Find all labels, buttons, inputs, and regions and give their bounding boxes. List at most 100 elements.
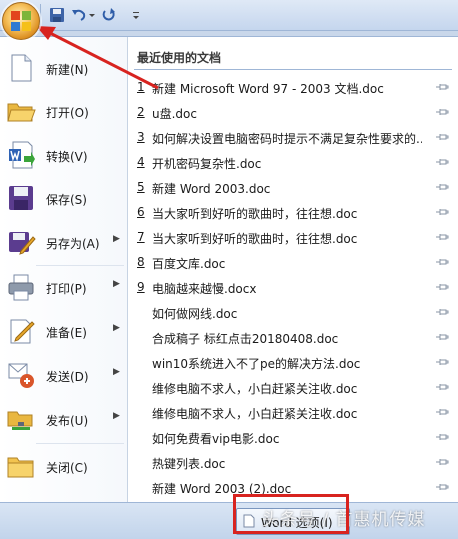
pin-icon[interactable] (435, 181, 449, 193)
watermark-text: 头条号 / 首惠机传媒 (262, 510, 426, 530)
recent-document-name: 如何解决设置电脑密码时提示不满足复杂性要求的... (152, 132, 422, 146)
recent-document-item[interactable]: 新建 Word 2003 (2).doc (128, 475, 458, 500)
pin-icon[interactable] (435, 231, 449, 243)
recent-document-number: 9 (137, 280, 145, 294)
menu-item-open[interactable]: 打开(O) (0, 90, 127, 132)
redo-icon[interactable] (100, 6, 118, 24)
menu-item-label: 打开(O) (46, 106, 89, 120)
recent-document-item[interactable]: 4 开机密码复杂性.doc (128, 150, 458, 175)
recent-document-item[interactable]: 1 新建 Microsoft Word 97 - 2003 文档.doc (128, 75, 458, 100)
pin-icon[interactable] (435, 356, 449, 368)
customize-toolbar-icon[interactable] (132, 6, 140, 24)
menu-item-label: 打印(P) (46, 282, 87, 296)
menu-item-label: 新建(N) (46, 63, 89, 77)
recent-documents-panel: 最近使用的文档 1 新建 Microsoft Word 97 - 2003 文档.… (128, 37, 458, 503)
office-button[interactable] (2, 2, 40, 40)
recent-document-name: 开机密码复杂性.doc (152, 157, 262, 171)
pin-icon[interactable] (435, 331, 449, 343)
send-icon (8, 363, 34, 388)
submenu-arrow-icon: ▶ (113, 367, 120, 377)
menu-item-label: 发送(D) (46, 370, 89, 384)
recent-document-name: 新建 Word 2003.doc (152, 182, 271, 196)
pin-icon[interactable] (435, 306, 449, 318)
pin-icon[interactable] (435, 81, 449, 93)
recent-document-item[interactable]: 如何免费看vip电影.doc (128, 425, 458, 450)
recent-document-item[interactable]: win10系统进入不了pe的解决方法.doc (128, 350, 458, 375)
recent-document-number: 3 (137, 130, 145, 144)
menu-item-save-as[interactable]: 另存为(A) ▶ (0, 221, 127, 263)
menu-item-label: 关闭(C) (46, 461, 88, 475)
menu-divider (36, 443, 124, 444)
menu-item-close[interactable]: 关闭(C) (0, 445, 127, 487)
recent-document-name: 维修电脑不求人，小白赶紧关注收.doc (152, 407, 358, 421)
menu-item-label: 发布(U) (46, 414, 89, 428)
recent-document-item[interactable]: 维修电脑不求人，小白赶紧关注收.doc (128, 400, 458, 425)
recent-document-name: 热键列表.doc (152, 457, 226, 471)
recent-document-name: 合成稿子 标红点击20180408.doc (152, 332, 339, 346)
save-icon (9, 186, 33, 210)
pin-icon[interactable] (435, 106, 449, 118)
document-options-icon (243, 514, 255, 528)
pin-icon[interactable] (435, 431, 449, 443)
recent-document-item[interactable]: 6 当大家听到好听的歌曲时，往往想.doc (128, 200, 458, 225)
pin-icon[interactable] (435, 131, 449, 143)
menu-item-print[interactable]: 打印(P) ▶ (0, 266, 127, 308)
pin-icon[interactable] (435, 256, 449, 268)
recent-document-name: 如何做网线.doc (152, 307, 238, 321)
command-list: 新建(N) 打开(O) 转换(V) 保存(S) 另存为(A) ▶ 打印(P) ▶… (0, 37, 128, 503)
recent-document-number: 5 (137, 180, 145, 194)
recent-document-name: 如何免费看vip电影.doc (152, 432, 280, 446)
pin-icon[interactable] (435, 456, 449, 468)
recent-document-number: 1 (137, 80, 145, 94)
submenu-arrow-icon: ▶ (113, 234, 120, 244)
recent-divider (134, 69, 452, 70)
recent-document-name: 新建 Word 2003 (2).doc (152, 482, 292, 496)
recent-document-item[interactable]: 如何做网线.doc (128, 300, 458, 325)
recent-document-item[interactable]: 合成稿子 标红点击20180408.doc (128, 325, 458, 350)
pin-icon[interactable] (435, 481, 449, 493)
pin-icon[interactable] (435, 281, 449, 293)
recent-document-name: 新建 Microsoft Word 97 - 2003 文档.doc (152, 82, 384, 96)
menu-item-label: 转换(V) (46, 150, 88, 164)
recent-document-number: 6 (137, 205, 145, 219)
recent-document-item[interactable]: 5 新建 Word 2003.doc (128, 175, 458, 200)
chevron-down-icon[interactable] (88, 6, 96, 24)
menu-item-convert[interactable]: 转换(V) (0, 134, 127, 176)
office-logo-icon (11, 11, 31, 31)
open-folder-icon (7, 103, 36, 122)
pin-icon[interactable] (435, 206, 449, 218)
undo-icon[interactable] (70, 6, 88, 24)
recent-document-item[interactable]: 热键列表.doc (128, 450, 458, 475)
recent-document-item[interactable]: 2 u盘.doc (128, 100, 458, 125)
recent-document-item[interactable]: 维修电脑不求人，小白赶紧关注收.doc (128, 375, 458, 400)
recent-document-name: win10系统进入不了pe的解决方法.doc (152, 357, 361, 371)
pin-icon[interactable] (435, 381, 449, 393)
submenu-arrow-icon: ▶ (113, 279, 120, 289)
pin-icon[interactable] (435, 156, 449, 168)
menu-item-prepare[interactable]: 准备(E) ▶ (0, 310, 127, 352)
submenu-arrow-icon: ▶ (113, 411, 120, 421)
recent-document-item[interactable]: 7 当大家听到好听的歌曲时，往往想.doc (128, 225, 458, 250)
recent-document-item[interactable]: 3 如何解决设置电脑密码时提示不满足复杂性要求的... (128, 125, 458, 150)
publish-icon (7, 411, 33, 430)
menu-item-publish[interactable]: 发布(U) ▶ (0, 398, 127, 440)
recent-document-name: 百度文库.doc (152, 257, 226, 271)
save-as-icon (9, 232, 36, 255)
prepare-icon (10, 319, 35, 344)
menu-item-send[interactable]: 发送(D) ▶ (0, 354, 127, 396)
save-icon[interactable] (48, 6, 66, 24)
recent-document-name: 电脑越来越慢.docx (152, 282, 257, 296)
menu-item-save[interactable]: 保存(S) (0, 177, 127, 219)
recent-document-name: u盘.doc (152, 107, 197, 121)
recent-document-number: 8 (137, 255, 145, 269)
recent-document-item[interactable]: 8 百度文库.doc (128, 250, 458, 275)
quick-access-toolbar (0, 0, 458, 31)
recent-document-name: 当大家听到好听的歌曲时，往往想.doc (152, 232, 358, 246)
close-folder-icon (7, 457, 34, 478)
recent-document-name: 维修电脑不求人，小白赶紧关注收.doc (152, 382, 358, 396)
recent-document-item[interactable]: 9 电脑越来越慢.docx (128, 275, 458, 300)
pin-icon[interactable] (435, 406, 449, 418)
toolbar-divider (40, 4, 41, 26)
recent-document-number: 4 (137, 155, 145, 169)
menu-item-new[interactable]: 新建(N) (0, 47, 127, 89)
